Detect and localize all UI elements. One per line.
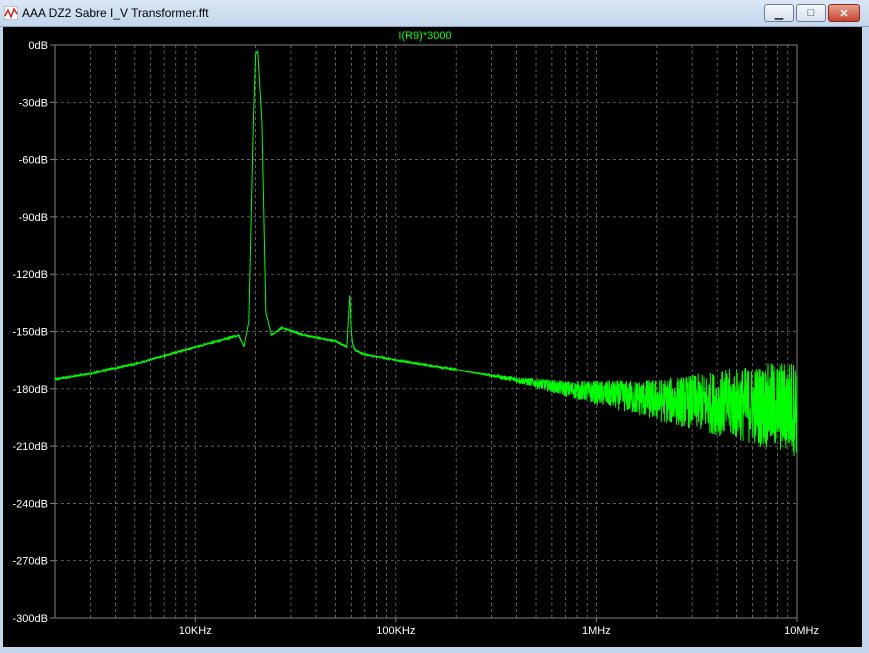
y-tick-label: -270dB [13,556,48,568]
y-tick-label: -60dB [19,155,48,167]
y-tick-label: 0dB [28,40,48,52]
window-frame-right [862,27,869,653]
y-tick-label: -210dB [13,441,48,453]
window-frame-bottom [0,647,869,653]
fft-plot-area[interactable]: I(R9)*3000 0dB -30dB -60dB -90dB -120dB -150d… [3,27,862,647]
x-tick-label: 10MHz [784,625,819,637]
y-tick-label: -30dB [19,97,48,109]
axis-tick-labels: 0dB -30dB -60dB -90dB -120dB -150dB -180dB -210… [13,40,819,637]
x-tick-label: 100KHz [376,625,415,637]
trace-line [54,49,798,457]
minimize-button[interactable]: ▁ [764,4,794,22]
y-tick-label: -180dB [13,384,48,396]
y-tick-label: -90dB [19,212,48,224]
x-tick-label: 1MHz [582,625,611,637]
window-title: AAA DZ2 Sabre I_V Transformer.fft [22,6,209,20]
minimize-icon: ▁ [774,7,784,20]
y-tick-label: -120dB [13,269,48,281]
close-icon: ✕ [839,7,849,20]
x-tick-label: 10KHz [179,625,212,637]
maximize-button[interactable]: □ [796,4,826,22]
title-bar[interactable]: AAA DZ2 Sabre I_V Transformer.fft ▁ □ ✕ [0,0,869,27]
grid-lines [50,44,798,622]
y-tick-label: -300dB [13,613,48,625]
y-tick-label: -240dB [13,498,48,510]
trace-label[interactable]: I(R9)*3000 [398,30,451,42]
ltspice-waveform-icon [4,6,18,20]
y-tick-label: -150dB [13,327,48,339]
close-button[interactable]: ✕ [828,4,860,22]
maximize-icon: □ [807,7,815,19]
trace-layer [54,49,798,457]
